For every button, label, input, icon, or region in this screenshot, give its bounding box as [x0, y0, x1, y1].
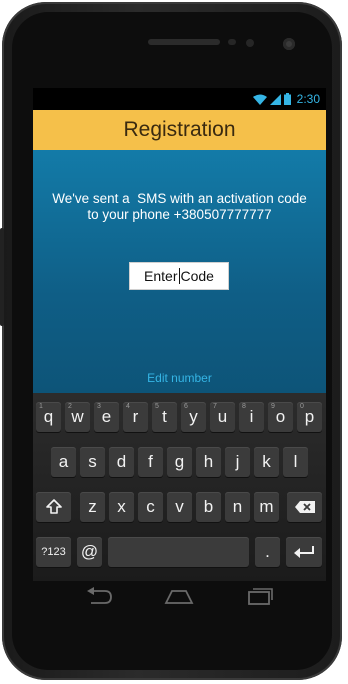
- recent-apps-icon[interactable]: [247, 587, 273, 610]
- key-hint: 8: [242, 403, 246, 410]
- key-g[interactable]: g: [167, 447, 192, 477]
- header-bar: Registration: [33, 110, 326, 150]
- backspace-icon: [294, 497, 316, 516]
- phone-screen: 2:30 Registration We've sent a SMS with …: [33, 88, 326, 581]
- key-hint: 6: [184, 403, 188, 410]
- signal-icon: [269, 93, 281, 105]
- sms-message: We've sent a SMS with an activation code…: [33, 191, 326, 223]
- key-z[interactable]: z: [80, 492, 105, 522]
- key-label: u: [217, 407, 228, 426]
- earpiece-speaker: [148, 39, 220, 45]
- shift-icon: [45, 497, 62, 516]
- key-x[interactable]: x: [109, 492, 134, 522]
- key-hint: 7: [213, 403, 217, 410]
- key-hint: 1: [39, 403, 43, 410]
- system-nav-bar: [33, 581, 326, 615]
- key-q[interactable]: 1q: [36, 402, 61, 432]
- text-cursor: [178, 268, 180, 284]
- key-label: q: [43, 407, 54, 426]
- backspace-key[interactable]: [287, 492, 322, 522]
- volume-button: [0, 228, 4, 326]
- proximity-sensor: [228, 39, 236, 45]
- code-text-after-cursor: Code: [180, 268, 214, 284]
- registration-panel: We've sent a SMS with an activation code…: [33, 150, 326, 393]
- code-text-before-cursor: Enter: [144, 268, 178, 284]
- key-hint: 5: [155, 403, 159, 410]
- key-t[interactable]: 5t: [152, 402, 177, 432]
- key-hint: 9: [271, 403, 275, 410]
- key-n[interactable]: n: [225, 492, 250, 522]
- light-sensor: [246, 39, 254, 47]
- shift-key[interactable]: [36, 492, 71, 522]
- front-camera: [283, 38, 295, 50]
- symbols-key[interactable]: ?123: [36, 537, 71, 567]
- message-line-1: We've sent a SMS with an activation code: [52, 191, 307, 206]
- key-r[interactable]: 4r: [123, 402, 148, 432]
- key-e[interactable]: 3e: [94, 402, 119, 432]
- edit-number-link[interactable]: Edit number: [33, 371, 326, 385]
- key-o[interactable]: 9o: [268, 402, 293, 432]
- status-bar: 2:30: [33, 88, 326, 110]
- key-w[interactable]: 2w: [65, 402, 90, 432]
- key-period[interactable]: .: [255, 537, 280, 567]
- enter-icon: [293, 542, 315, 561]
- key-label: o: [275, 407, 286, 426]
- home-icon[interactable]: [164, 587, 194, 610]
- page-title: Registration: [123, 118, 236, 141]
- key-d[interactable]: d: [109, 447, 134, 477]
- key-b[interactable]: b: [196, 492, 221, 522]
- key-at[interactable]: @: [77, 537, 102, 567]
- back-icon[interactable]: [85, 587, 113, 610]
- key-u[interactable]: 7u: [210, 402, 235, 432]
- key-k[interactable]: k: [254, 447, 279, 477]
- activation-code-input[interactable]: Enter Code: [129, 262, 229, 290]
- battery-icon: [283, 93, 291, 105]
- key-label: w: [71, 407, 84, 426]
- soft-keyboard: 1q 2w 3e 4r 5t 6y 7u 8i 9o 0p a s d f g …: [33, 393, 326, 581]
- key-f[interactable]: f: [138, 447, 163, 477]
- key-hint: 4: [126, 403, 130, 410]
- wifi-icon: [252, 94, 267, 105]
- enter-key[interactable]: [286, 537, 322, 567]
- key-hint: 3: [97, 403, 101, 410]
- key-j[interactable]: j: [225, 447, 250, 477]
- key-label: r: [132, 407, 139, 426]
- key-a[interactable]: a: [51, 447, 76, 477]
- key-y[interactable]: 6y: [181, 402, 206, 432]
- key-label: p: [304, 407, 315, 426]
- key-m[interactable]: m: [254, 492, 279, 522]
- key-p[interactable]: 0p: [297, 402, 322, 432]
- space-key[interactable]: [108, 537, 249, 567]
- key-label: i: [249, 407, 254, 426]
- key-label: y: [189, 407, 198, 426]
- status-time: 2:30: [296, 92, 320, 106]
- key-hint: 2: [68, 403, 72, 410]
- key-h[interactable]: h: [196, 447, 221, 477]
- key-label: e: [101, 407, 112, 426]
- key-v[interactable]: v: [167, 492, 192, 522]
- message-line-2: to your phone +380507777777: [87, 207, 272, 222]
- key-l[interactable]: l: [283, 447, 308, 477]
- key-s[interactable]: s: [80, 447, 105, 477]
- key-i[interactable]: 8i: [239, 402, 264, 432]
- key-label: t: [162, 407, 167, 426]
- key-hint: 0: [300, 403, 304, 410]
- key-c[interactable]: c: [138, 492, 163, 522]
